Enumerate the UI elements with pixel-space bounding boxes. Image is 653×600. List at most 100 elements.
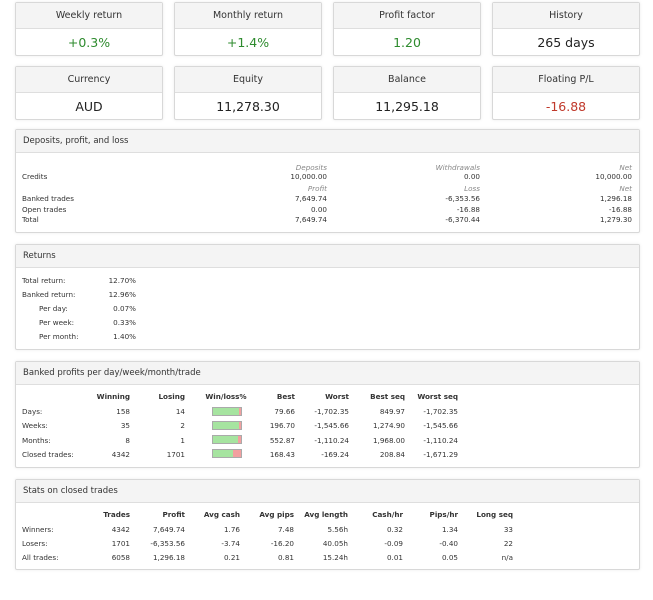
summary-card: Weekly return +0.3% [15,2,163,56]
summary-card-label: Currency [16,67,162,93]
cell-value: 10,000.00 [595,172,632,181]
summary-card-label: Balance [334,67,480,93]
cell-value: 33 [503,525,513,534]
cell-value: -3.74 [221,539,240,548]
row-label: Total [22,215,39,224]
summary-card-label: Weekly return [16,3,162,29]
row-label: Banked trades [22,194,74,203]
cell-value: 552.87 [269,435,295,445]
row-label: Closed trades: [22,449,74,459]
cell-value: 7.48 [277,525,294,534]
closed-panel: Stats on closed trades Trades Profit Avg c… [15,479,640,570]
cell-value: 14 [175,407,185,416]
column-header: Best [276,392,295,401]
returns-value: 12.96% [108,290,136,299]
cell-value: 1,279.30 [599,215,632,224]
cell-value: -169.24 [321,449,349,459]
cell-value: 2 [180,421,185,431]
returns-panel: Returns Total return: 12.70% Banked return… [15,244,640,350]
column-header: Avg length [304,510,348,519]
summary-card-value: 1.20 [393,35,421,50]
returns-value: 0.33% [113,318,136,327]
column-header: Winning [96,392,130,401]
summary-card-value: 265 days [537,35,595,50]
cell-value: 22 [503,539,513,548]
cell-value: 0.05 [441,553,458,562]
cell-value: 1 [180,435,185,445]
cell-value: 8 [125,435,130,445]
cell-value: 4342 [111,449,130,459]
deposits-title: Deposits, profit, and loss [16,130,639,153]
returns-value: 1.40% [113,332,136,341]
summary-card: Floating P/L -16.88 [492,66,640,120]
cell-value: 158 [116,407,130,416]
win-loss-bar [212,420,242,430]
returns-title: Returns [16,245,639,268]
cell-value: 15.24h [322,553,348,562]
summary-card-label: Floating P/L [493,67,639,93]
column-header: Worst seq [417,392,458,401]
cell-value: 4342 [111,525,130,534]
cell-value: n/a [501,553,513,562]
summary-card: Profit factor 1.20 [333,2,481,56]
deposits-panel: Deposits, profit, and loss Deposits Withd… [15,129,640,233]
cell-value: -1,671.29 [423,449,458,459]
summary-card-value: 11,295.18 [375,99,439,114]
cell-value: -1,702.35 [314,407,349,416]
win-loss-bar-fill [213,450,234,458]
win-loss-bar [212,449,242,459]
row-label: Winners: [22,525,54,534]
column-header: Avg cash [203,510,240,519]
column-header: Net [619,184,632,193]
summary-card: Currency AUD [15,66,163,120]
summary-card-value: +0.3% [67,35,111,50]
row-label: Open trades [22,204,67,214]
cell-value: -1,110.24 [314,435,349,445]
cell-value: -1,545.66 [423,421,458,431]
cell-value: 0.81 [277,553,294,562]
banked-title: Banked profits per day/week/month/trade [16,362,639,385]
summary-card: Balance 11,295.18 [333,66,481,120]
cell-value: 1701 [166,449,185,459]
column-header: Net [619,163,632,172]
cell-value: 0.01 [386,553,403,562]
row-label: Months: [22,435,51,445]
cell-value: -0.09 [384,539,403,548]
returns-label: Per month: [39,332,79,341]
summary-card-value: -16.88 [545,99,587,114]
column-header: Cash/hr [372,510,403,519]
column-header: Losing [158,392,185,401]
cell-value: 1,274.90 [372,421,405,431]
row-label: All trades: [22,553,59,562]
win-loss-bar-fill [213,436,238,444]
cell-value: 7,649.74 [152,525,185,534]
cell-value: 849.97 [379,407,405,416]
cell-value: -1,110.24 [423,435,458,445]
returns-label: Total return: [22,276,66,285]
column-header: Trades [103,510,130,519]
cell-value: 6058 [111,553,130,562]
cell-value: 1,296.18 [599,194,632,203]
returns-label: Per day: [39,304,68,313]
summary-card: History 265 days [492,2,640,56]
cell-value: 208.84 [379,449,405,459]
cell-value: 79.66 [274,407,295,416]
cell-value: 0.00 [310,204,327,214]
summary-card-label: Monthly return [175,3,321,29]
cell-value: 0.32 [386,525,403,534]
cell-value: 1.76 [223,525,240,534]
win-loss-bar [212,406,242,416]
cell-value: -0.40 [439,539,458,548]
summary-card-label: Equity [175,67,321,93]
win-loss-bar [212,435,242,445]
banked-panel: Banked profits per day/week/month/trade … [15,361,640,468]
column-header: Avg pips [259,510,294,519]
cell-value: -16.20 [270,539,294,548]
summary-card-value: 11,278.30 [216,99,280,114]
cell-value: -16.88 [456,204,480,214]
cell-value: -16.88 [608,204,632,214]
cell-value: -6,353.56 [150,539,185,548]
returns-label: Banked return: [22,290,76,299]
summary-card-label: Profit factor [334,3,480,29]
win-loss-bar-fill [213,421,240,429]
